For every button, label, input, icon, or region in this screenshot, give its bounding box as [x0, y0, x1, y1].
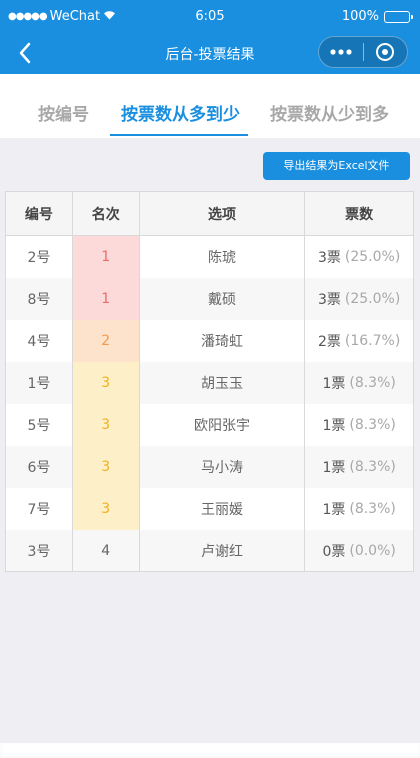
vote-percent: (8.3%)	[349, 501, 396, 517]
page: ●●●●● WeChat 6:05 100% 后台-投票结果 按编号 按票数从多…	[0, 0, 420, 758]
vote-count: 3票	[317, 292, 341, 308]
vote-count: 1票	[322, 460, 346, 476]
table-row: 3号 4 卢谢红 0票 (0.0%)	[6, 530, 415, 572]
tab-votes-desc[interactable]: 按票数从多到少	[121, 100, 240, 125]
active-tab-underline	[110, 134, 248, 136]
cell-votes: 1票 (8.3%)	[305, 362, 415, 404]
vote-count: 1票	[322, 376, 346, 392]
table-row: 5号 3 欧阳张宇 1票 (8.3%)	[6, 404, 415, 446]
vote-percent: (16.7%)	[344, 333, 401, 349]
more-dots-icon	[330, 49, 352, 55]
table-header: 编号 名次 选项 票数	[6, 192, 415, 236]
cell-rank: 3	[72, 446, 140, 488]
cell-option: 戴硕	[140, 278, 306, 320]
cell-option: 胡玉玉	[140, 362, 306, 404]
header-option: 选项	[139, 192, 306, 236]
header-id: 编号	[6, 192, 73, 236]
target-icon	[376, 43, 395, 61]
vote-percent: (8.3%)	[349, 375, 396, 391]
vote-count: 2票	[317, 334, 341, 350]
cell-votes: 1票 (8.3%)	[305, 404, 415, 446]
top-bar: ●●●●● WeChat 6:05 100% 后台-投票结果	[0, 0, 420, 74]
mini-program-capsule	[318, 36, 408, 68]
cell-votes: 0票 (0.0%)	[305, 530, 415, 571]
vote-percent: (25.0%)	[344, 291, 401, 307]
cell-option: 王丽媛	[140, 488, 306, 530]
cell-rank: 1	[72, 278, 140, 320]
vote-percent: (8.3%)	[349, 417, 396, 433]
close-button[interactable]	[364, 37, 407, 67]
table-row: 4号 2 潘琦虹 2票 (16.7%)	[6, 320, 415, 362]
tab-by-number[interactable]: 按编号	[38, 100, 89, 125]
cell-id: 5号	[6, 404, 73, 446]
cell-rank: 3	[72, 488, 140, 530]
bottom-edge	[0, 743, 420, 758]
table-row: 1号 3 胡玉玉 1票 (8.3%)	[6, 362, 415, 404]
cell-option: 马小涛	[140, 446, 306, 488]
cell-id: 2号	[6, 236, 73, 278]
cell-rank: 3	[72, 404, 140, 446]
battery-icon	[384, 10, 413, 23]
cell-votes: 1票 (8.3%)	[305, 446, 415, 488]
vote-count: 0票	[322, 543, 346, 560]
cell-votes: 1票 (8.3%)	[305, 488, 415, 530]
more-button[interactable]	[319, 37, 363, 67]
cell-votes: 3票 (25.0%)	[305, 278, 415, 320]
cell-rank: 1	[72, 236, 140, 278]
vote-percent: (0.0%)	[349, 542, 396, 559]
nav-bar: 后台-投票结果	[0, 34, 420, 74]
results-table: 编号 名次 选项 票数 2号 1 陈琥 3票 (25.0%) 8号 1 戴硕 3票…	[5, 191, 415, 572]
table-row: 7号 3 王丽媛 1票 (8.3%)	[6, 488, 415, 530]
export-excel-button[interactable]: 导出结果为Excel文件	[263, 152, 410, 180]
cell-option: 陈琥	[140, 236, 306, 278]
cell-id: 6号	[6, 446, 73, 488]
cell-id: 1号	[6, 362, 73, 404]
header-rank: 名次	[72, 192, 140, 236]
cell-id: 7号	[6, 488, 73, 530]
cell-option: 欧阳张宇	[140, 404, 306, 446]
vote-percent: (25.0%)	[344, 249, 401, 265]
vote-count: 1票	[322, 502, 346, 518]
cell-rank: 4	[73, 530, 140, 571]
status-right: 100%	[341, 9, 413, 24]
vote-count: 1票	[322, 418, 346, 434]
vote-count: 3票	[317, 250, 341, 266]
cell-votes: 3票 (25.0%)	[305, 236, 415, 278]
status-bar: ●●●●● WeChat 6:05 100%	[0, 0, 420, 34]
table-row: 8号 1 戴硕 3票 (25.0%)	[6, 278, 415, 320]
cell-rank: 3	[72, 362, 140, 404]
tab-votes-asc[interactable]: 按票数从少到多	[270, 100, 389, 125]
cell-id: 4号	[6, 320, 73, 362]
cell-option: 潘琦虹	[140, 320, 306, 362]
cell-votes: 2票 (16.7%)	[305, 320, 415, 362]
cell-option: 卢谢红	[140, 530, 306, 571]
table-row: 6号 3 马小涛 1票 (8.3%)	[6, 446, 415, 488]
cell-rank: 2	[72, 320, 140, 362]
cell-id: 3号	[6, 530, 73, 571]
vote-percent: (8.3%)	[349, 459, 396, 475]
sort-tabs: 按编号 按票数从多到少 按票数从少到多	[0, 74, 420, 138]
table-row: 2号 1 陈琥 3票 (25.0%)	[6, 236, 415, 278]
cell-id: 8号	[6, 278, 73, 320]
battery-percent: 100%	[341, 9, 379, 24]
header-votes: 票数	[305, 192, 415, 236]
